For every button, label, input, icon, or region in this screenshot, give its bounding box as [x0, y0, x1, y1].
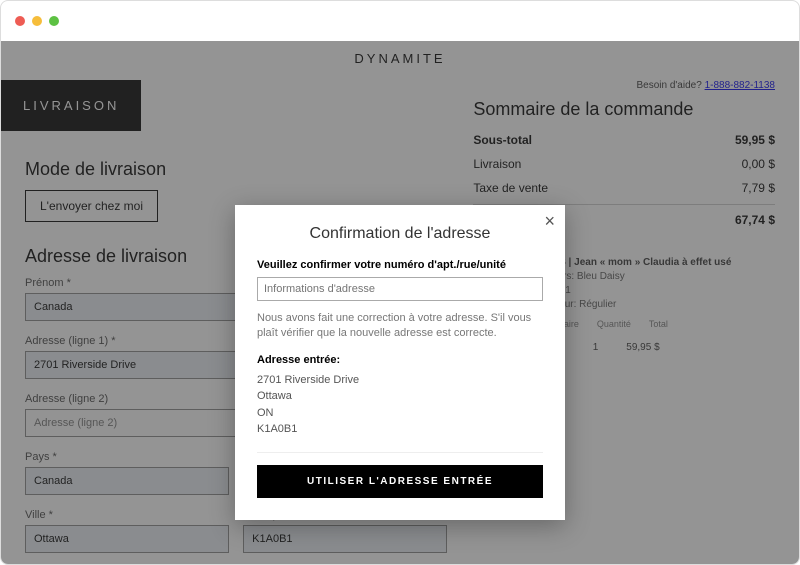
entered-line4: K1A0B1 [257, 421, 543, 438]
entered-line1: 2701 Riverside Drive [257, 372, 543, 389]
window-close-dot[interactable] [15, 16, 25, 26]
close-icon[interactable]: × [544, 211, 555, 232]
address-info-input[interactable] [257, 277, 543, 301]
entered-line3: ON [257, 405, 543, 422]
entered-line2: Ottawa [257, 388, 543, 405]
entered-address-label: Adresse entrée: [257, 354, 543, 366]
use-entered-address-button[interactable]: UTILISER L'ADRESSE ENTRÉE [257, 465, 543, 498]
modal-prompt: Veuillez confirmer votre numéro d'apt./r… [257, 259, 543, 271]
modal-title: Confirmation de l'adresse [257, 225, 543, 243]
address-confirm-modal: × Confirmation de l'adresse Veuillez con… [235, 205, 565, 520]
window-max-dot[interactable] [49, 16, 59, 26]
modal-message: Nous avons fait une correction à votre a… [257, 311, 543, 342]
window-min-dot[interactable] [32, 16, 42, 26]
browser-chrome-bar [1, 1, 799, 41]
